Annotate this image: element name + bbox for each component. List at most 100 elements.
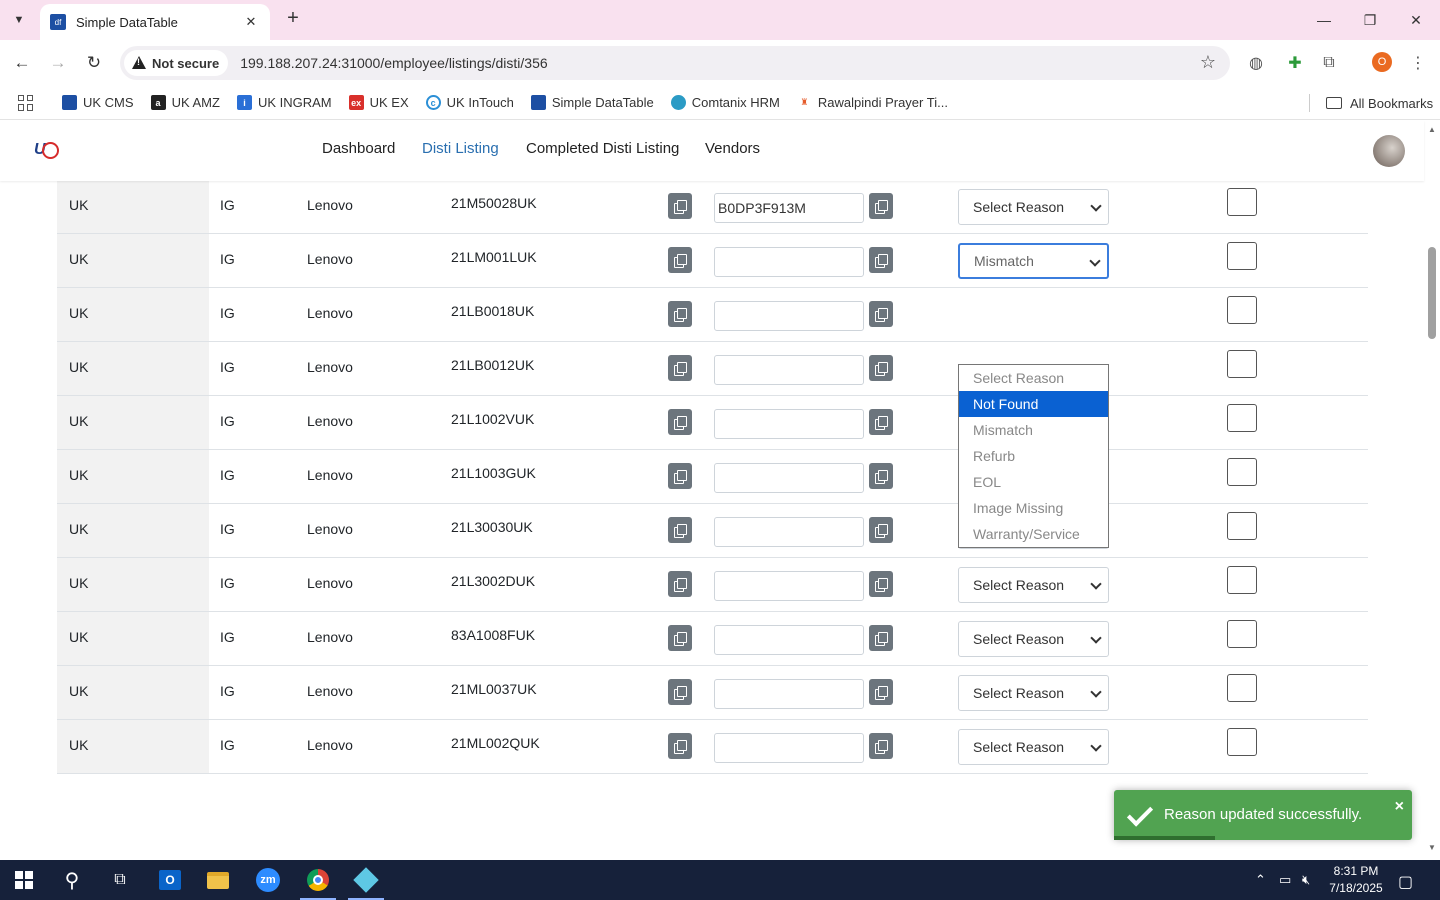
apps-grid-icon[interactable]	[18, 94, 34, 111]
copy-sku-button[interactable]	[668, 409, 692, 435]
nav-disti-listing[interactable]: Disti Listing	[422, 140, 499, 157]
copy-asin-button[interactable]	[869, 247, 893, 273]
bookmark-uk-cms[interactable]: UK CMS	[62, 95, 134, 110]
reload-icon[interactable]: ↻	[82, 51, 106, 75]
security-chip[interactable]: Not secure	[124, 50, 229, 76]
clock-date[interactable]: 7/18/2025	[1326, 881, 1386, 895]
reason-dropdown-list[interactable]: Select Reason Not Found Mismatch Refurb EOL I…	[958, 364, 1109, 548]
copy-sku-button[interactable]	[668, 571, 692, 597]
asin-input[interactable]	[714, 301, 864, 331]
copy-asin-button[interactable]	[869, 193, 893, 219]
asin-input[interactable]	[714, 571, 864, 601]
asin-input[interactable]	[714, 733, 864, 763]
restore-icon[interactable]: ❐	[1350, 6, 1390, 34]
clock-time[interactable]: 8:31 PM	[1326, 864, 1386, 878]
minimize-icon[interactable]: —	[1304, 6, 1344, 34]
nav-completed-disti-listing[interactable]: Completed Disti Listing	[526, 140, 679, 157]
asin-input[interactable]	[714, 247, 864, 277]
reason-select[interactable]: Select Reason	[958, 621, 1109, 657]
copy-asin-button[interactable]	[869, 355, 893, 381]
bookmark-uk-ex[interactable]: ex UK EX	[348, 95, 409, 110]
bookmark-comtanix-hrm[interactable]: Comtanix HRM	[670, 95, 780, 110]
copy-asin-button[interactable]	[869, 463, 893, 489]
volume-muted-icon[interactable]: 🔇︎	[1302, 872, 1310, 888]
copy-asin-button[interactable]	[869, 679, 893, 705]
back-arrow-icon[interactable]: ←	[10, 51, 34, 75]
row-checkbox[interactable]	[1227, 728, 1257, 756]
copy-asin-button[interactable]	[869, 571, 893, 597]
address-bar[interactable]: Not secure 199.188.207.24:31000/employee…	[120, 46, 1230, 80]
tab-close-icon[interactable]: ✕	[242, 14, 260, 30]
copy-sku-button[interactable]	[668, 193, 692, 219]
copy-asin-button[interactable]	[869, 301, 893, 327]
row-checkbox[interactable]	[1227, 620, 1257, 648]
asin-input[interactable]	[714, 463, 864, 493]
search-icon[interactable]: ⚲	[48, 860, 96, 900]
tray-chevron-up-icon[interactable]: ⌃	[1255, 872, 1266, 888]
zoom-icon[interactable]: zm	[244, 860, 292, 900]
reason-option[interactable]: Image Missing	[959, 495, 1108, 521]
scroll-down-arrow-icon[interactable]: ▼	[1428, 843, 1436, 852]
asin-input[interactable]	[714, 517, 864, 547]
asin-input[interactable]: B0DP3F913M	[714, 193, 864, 223]
scroll-thumb[interactable]	[1428, 247, 1436, 339]
uk-logo[interactable]: U	[34, 141, 59, 161]
asin-input[interactable]	[714, 409, 864, 439]
bookmark-prayer-times[interactable]: ♜ Rawalpindi Prayer Ti...	[796, 95, 948, 110]
outlook-icon[interactable]: O	[146, 860, 194, 900]
row-checkbox[interactable]	[1227, 242, 1257, 270]
row-checkbox[interactable]	[1227, 674, 1257, 702]
bookmark-star-icon[interactable]: ☆	[1200, 52, 1216, 73]
row-checkbox[interactable]	[1227, 350, 1257, 378]
copy-sku-button[interactable]	[668, 679, 692, 705]
tab-search-button[interactable]: ▼	[6, 8, 32, 32]
profile-avatar[interactable]: O	[1372, 52, 1392, 72]
copy-sku-button[interactable]	[668, 463, 692, 489]
translate-globe-icon[interactable]: ◍	[1245, 52, 1267, 74]
copy-sku-button[interactable]	[668, 301, 692, 327]
copy-asin-button[interactable]	[869, 409, 893, 435]
bookmark-uk-intouch[interactable]: c UK InTouch	[425, 95, 514, 110]
row-checkbox[interactable]	[1227, 458, 1257, 486]
start-windows-icon[interactable]	[0, 860, 48, 900]
copy-sku-button[interactable]	[668, 355, 692, 381]
notifications-icon[interactable]: ▢	[1398, 872, 1413, 892]
copy-sku-button[interactable]	[668, 517, 692, 543]
extension-plus-icon[interactable]: ✚	[1284, 52, 1306, 74]
url-text[interactable]: 199.188.207.24:31000/employee/listings/d…	[240, 55, 547, 71]
close-window-icon[interactable]: ✕	[1396, 6, 1436, 34]
extensions-puzzle-icon[interactable]: ⧉	[1318, 52, 1340, 74]
bookmark-simple-datatable[interactable]: Simple DataTable	[530, 95, 654, 110]
reason-select[interactable]: Select Reason	[958, 675, 1109, 711]
app-diamond-icon[interactable]	[342, 860, 390, 900]
reason-option[interactable]: Select Reason	[959, 365, 1108, 391]
file-explorer-icon[interactable]	[194, 860, 242, 900]
row-checkbox[interactable]	[1227, 404, 1257, 432]
nav-dashboard[interactable]: Dashboard	[322, 140, 395, 157]
copy-sku-button[interactable]	[668, 733, 692, 759]
reason-option[interactable]: EOL	[959, 469, 1108, 495]
asin-input[interactable]	[714, 625, 864, 655]
asin-input[interactable]	[714, 679, 864, 709]
page-scrollbar[interactable]: ▲ ▼	[1424, 121, 1440, 860]
row-checkbox[interactable]	[1227, 296, 1257, 324]
reason-option[interactable]: Refurb	[959, 443, 1108, 469]
bookmark-uk-ingram[interactable]: i UK INGRAM	[236, 95, 332, 110]
scroll-up-arrow-icon[interactable]: ▲	[1428, 125, 1436, 134]
row-checkbox[interactable]	[1227, 188, 1257, 216]
copy-asin-button[interactable]	[869, 733, 893, 759]
reason-option[interactable]: Not Found	[959, 391, 1108, 417]
reason-option[interactable]: Warranty/Service	[959, 521, 1108, 547]
tab-active[interactable]: df Simple DataTable ✕	[40, 4, 270, 40]
user-avatar[interactable]	[1373, 135, 1405, 167]
forward-arrow-icon[interactable]: →	[46, 51, 70, 75]
reason-select[interactable]: Select Reason	[958, 567, 1109, 603]
copy-sku-button[interactable]	[668, 625, 692, 651]
copy-sku-button[interactable]	[668, 247, 692, 273]
copy-asin-button[interactable]	[869, 517, 893, 543]
copy-asin-button[interactable]	[869, 625, 893, 651]
reason-select[interactable]: Mismatch	[958, 243, 1109, 279]
bookmark-uk-amz[interactable]: a UK AMZ	[150, 95, 220, 110]
new-tab-plus-icon[interactable]: +	[282, 8, 304, 30]
reason-select[interactable]: Select Reason	[958, 729, 1109, 765]
